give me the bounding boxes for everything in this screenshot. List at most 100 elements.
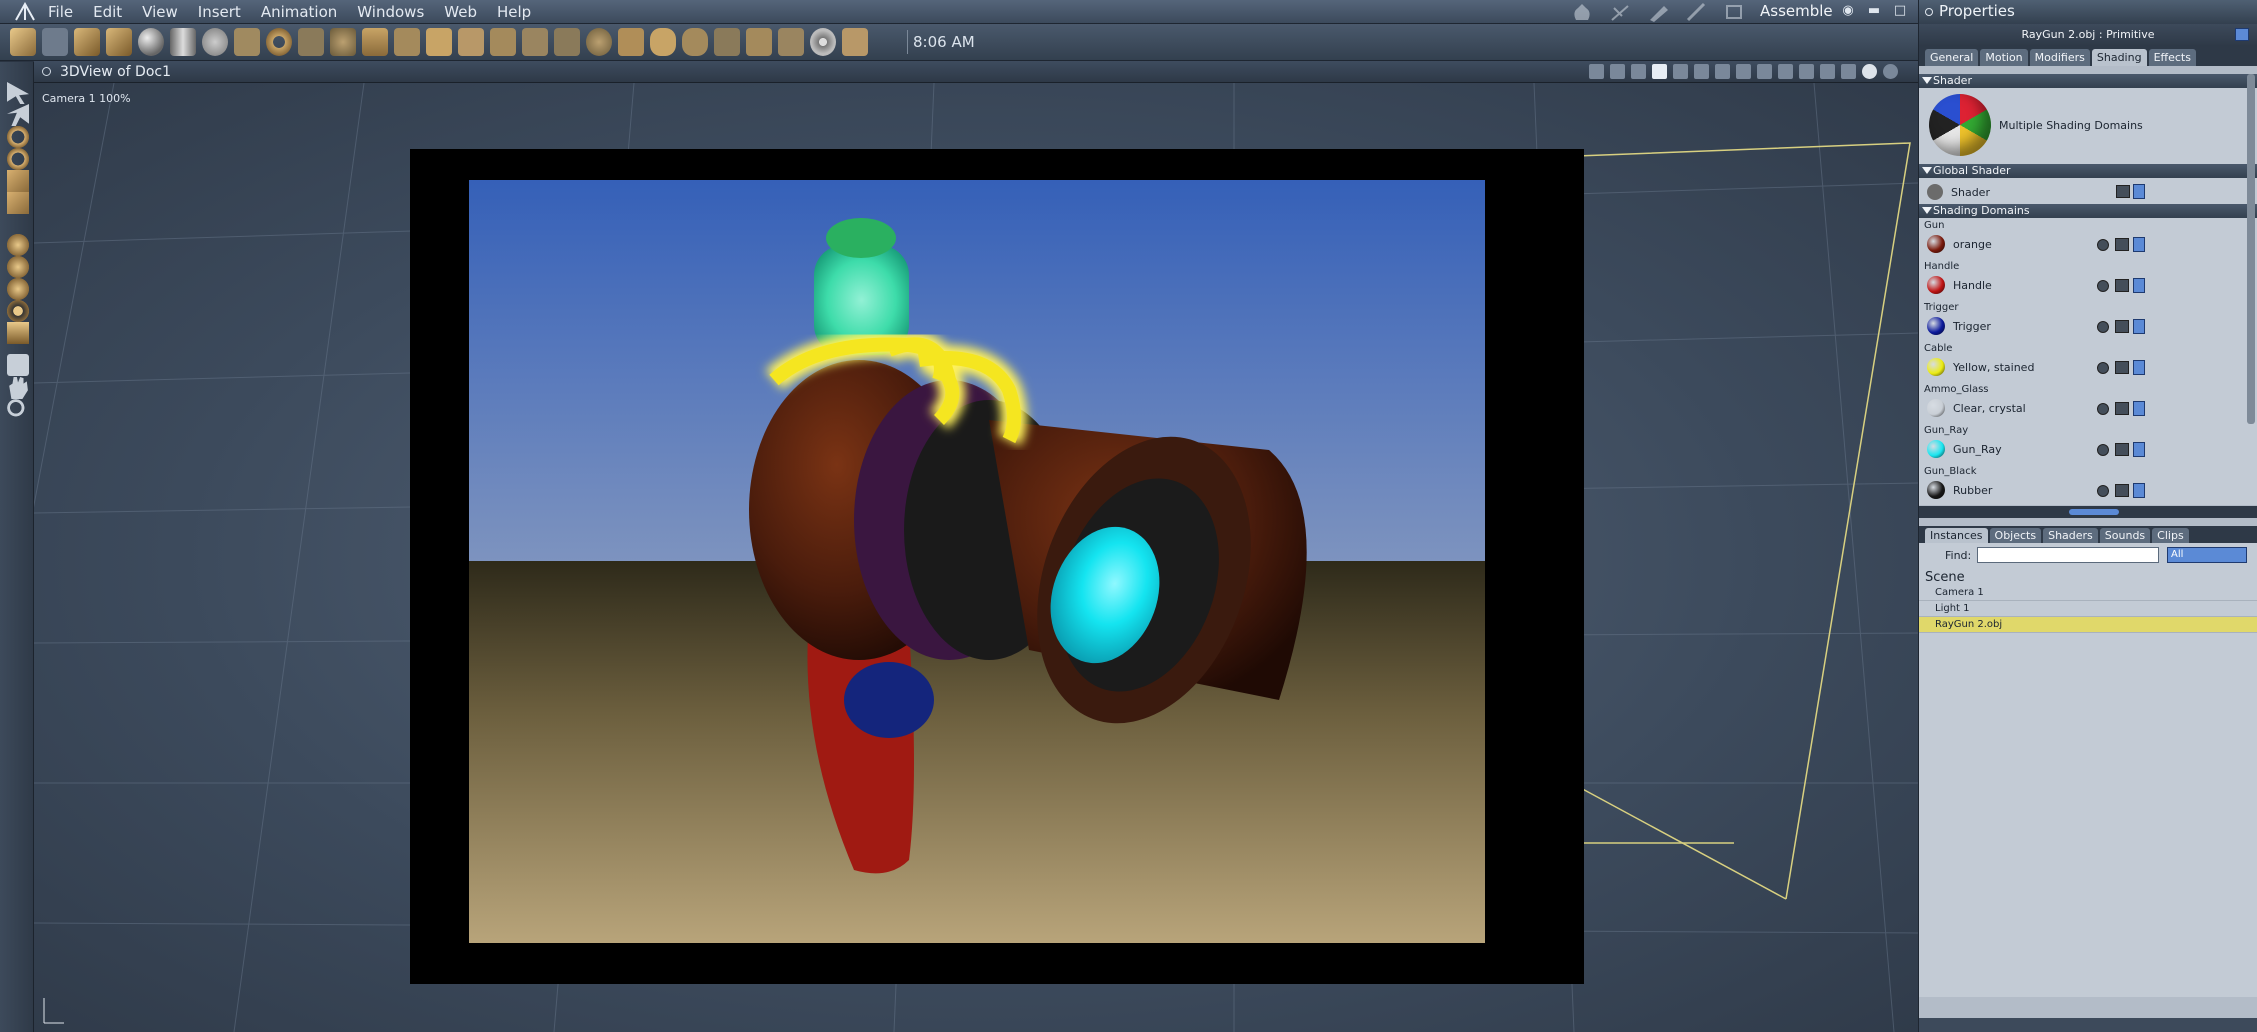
domain-swatch[interactable] [1927, 399, 1945, 417]
chain-primitive-icon[interactable] [234, 28, 260, 56]
domain-dropdown-button[interactable] [2133, 442, 2145, 457]
menu-edit[interactable]: Edit [93, 3, 122, 21]
house-icon[interactable] [618, 28, 644, 56]
3d-viewport[interactable]: Camera 1 100% [34, 83, 1918, 1032]
domain-dropdown-button[interactable] [2133, 360, 2145, 375]
tab-shading[interactable]: Shading [2091, 49, 2147, 66]
figure-icon[interactable] [490, 28, 516, 56]
dual-view-icon[interactable] [1673, 64, 1688, 79]
list-icon[interactable] [1610, 64, 1625, 79]
scale-icon[interactable] [7, 278, 29, 300]
tab-effects[interactable]: Effects [2148, 49, 2196, 66]
sphere-shade-icon[interactable] [1862, 64, 1877, 79]
domain-edit-button[interactable] [2115, 443, 2129, 456]
menu-view[interactable]: View [142, 3, 178, 21]
torus-primitive-icon[interactable] [266, 28, 292, 56]
hand-model-icon[interactable] [458, 28, 484, 56]
domain-link-button[interactable] [2097, 321, 2109, 333]
domain-edit-button[interactable] [2115, 320, 2129, 333]
pen-tool-icon[interactable] [106, 28, 132, 56]
menu-help[interactable]: Help [497, 3, 531, 21]
tree-primitive-icon[interactable] [394, 28, 420, 56]
globe-primitive-icon[interactable] [202, 28, 228, 56]
find-input[interactable] [1977, 547, 2159, 563]
shader-dropdown-button[interactable] [2133, 184, 2145, 199]
domain-link-button[interactable] [2097, 444, 2109, 456]
domain-edit-button[interactable] [2115, 361, 2129, 374]
quad-view-icon[interactable] [1694, 64, 1709, 79]
menu-windows[interactable]: Windows [357, 3, 424, 21]
translate-xyz-icon[interactable] [7, 234, 29, 256]
align-icon[interactable] [7, 322, 29, 344]
brush-icon[interactable] [7, 170, 29, 192]
tab-shaders[interactable]: Shaders [2043, 528, 2098, 543]
brush-room-icon[interactable] [1684, 2, 1710, 22]
translate-plane-icon[interactable] [7, 256, 29, 278]
domain-dropdown-button[interactable] [2133, 401, 2145, 416]
dolly-icon[interactable] [1799, 64, 1814, 79]
grid-view-icon[interactable] [1715, 64, 1730, 79]
wand-tool-icon[interactable] [10, 28, 36, 56]
tab-modifiers[interactable]: Modifiers [2029, 49, 2090, 66]
menu-web[interactable]: Web [444, 3, 477, 21]
domain-swatch[interactable] [1927, 235, 1945, 253]
twist-icon[interactable] [7, 148, 29, 170]
domain-dropdown-button[interactable] [2133, 483, 2145, 498]
viewport-menu-icon[interactable] [42, 67, 51, 76]
domain-swatch[interactable] [1927, 276, 1945, 294]
fit-icon[interactable] [1631, 64, 1646, 79]
domain-edit-button[interactable] [2115, 484, 2129, 497]
domain-edit-button[interactable] [2115, 402, 2129, 415]
shield-a-icon[interactable] [1736, 64, 1751, 79]
minimize-icon[interactable]: ▬ [1866, 3, 1882, 19]
select-arrow-icon[interactable] [7, 82, 29, 104]
tab-instances[interactable]: Instances [1925, 528, 1988, 543]
tab-general[interactable]: General [1925, 49, 1979, 66]
pan-hand-icon[interactable] [9, 377, 28, 399]
pen-room-icon[interactable] [1646, 2, 1672, 22]
object-menu-button[interactable] [2235, 28, 2249, 41]
splitter[interactable] [1919, 506, 2257, 518]
hand-tool-icon[interactable] [42, 28, 68, 56]
domain-edit-button[interactable] [2115, 238, 2129, 251]
target-icon[interactable] [810, 28, 836, 56]
paint-icon[interactable] [7, 192, 29, 214]
axis-icon[interactable] [1589, 64, 1604, 79]
hand-room-icon[interactable] [1570, 2, 1596, 22]
render-mode-icon[interactable] [1883, 64, 1898, 79]
shader-room-icon[interactable] [1722, 2, 1748, 22]
domain-link-button[interactable] [2097, 362, 2109, 374]
scene-item-camera[interactable]: Camera 1 [1919, 585, 2257, 601]
bread-icon[interactable] [650, 28, 676, 56]
text-primitive-icon[interactable] [298, 28, 324, 56]
shader-edit-button[interactable] [2116, 185, 2130, 198]
box-icon[interactable] [1841, 64, 1856, 79]
shading-domains-header[interactable]: Shading Domains [1919, 204, 2257, 218]
menu-animation[interactable]: Animation [261, 3, 337, 21]
camera-icon[interactable] [7, 354, 29, 376]
menu-file[interactable]: File [48, 3, 73, 21]
zoom-magnifier-icon[interactable] [7, 399, 29, 421]
domain-swatch[interactable] [1927, 358, 1945, 376]
text3d-icon[interactable] [554, 28, 580, 56]
move-arrow-icon[interactable] [7, 104, 29, 126]
tab-objects[interactable]: Objects [1989, 528, 2042, 543]
scene-root[interactable]: Scene [1919, 567, 2257, 585]
maximize-icon[interactable]: □ [1892, 3, 1908, 19]
shield-c-icon[interactable] [1778, 64, 1793, 79]
domain-swatch[interactable] [1927, 481, 1945, 499]
gear-primitive-icon[interactable] [330, 28, 356, 56]
brush-tool-icon[interactable] [74, 28, 100, 56]
gears-icon[interactable] [586, 28, 612, 56]
molecule-icon[interactable] [778, 28, 804, 56]
shield-b-icon[interactable] [1757, 64, 1772, 79]
domain-dropdown-button[interactable] [2133, 319, 2145, 334]
insect-icon[interactable] [746, 28, 772, 56]
frame-icon[interactable] [1820, 64, 1835, 79]
single-view-icon[interactable] [1652, 64, 1667, 79]
domain-swatch[interactable] [1927, 317, 1945, 335]
shader-section-header[interactable]: Shader [1919, 74, 2257, 88]
filter-select[interactable]: All [2167, 547, 2247, 563]
universal-manipulator-icon[interactable] [7, 300, 29, 322]
panel-menu-icon[interactable] [1925, 8, 1933, 16]
